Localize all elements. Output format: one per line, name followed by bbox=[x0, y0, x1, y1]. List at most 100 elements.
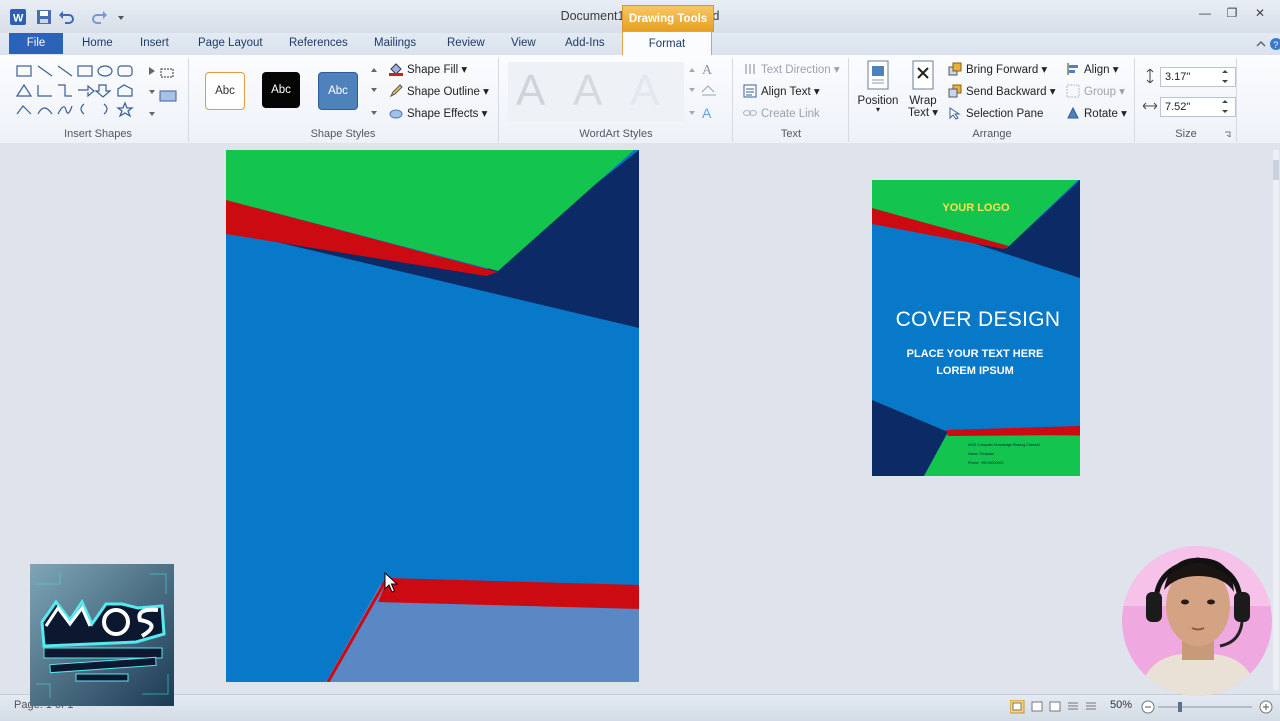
tab-insert[interactable]: Insert bbox=[140, 37, 169, 49]
text-direction-icon bbox=[745, 64, 755, 74]
thumb-cover-title: COVER DESIGN bbox=[895, 308, 1061, 331]
edit-shape-icon[interactable] bbox=[158, 63, 180, 103]
shape-height-icon bbox=[1146, 69, 1154, 83]
text-group-label: Text bbox=[780, 128, 802, 140]
shape-style-swatch-white[interactable]: Abc bbox=[205, 72, 245, 110]
wrap-text-label-1: Wrap bbox=[909, 95, 937, 107]
arrange-group-label: Arrange bbox=[972, 128, 1012, 140]
mouse-cursor-icon bbox=[384, 572, 399, 593]
shapes-gallery[interactable] bbox=[14, 62, 164, 122]
align-label: Align bbox=[1084, 64, 1110, 76]
shape-outline-button[interactable]: Shape Outline ▾ bbox=[389, 84, 489, 98]
create-link-button[interactable]: Create Link bbox=[743, 106, 820, 120]
tab-view[interactable]: View bbox=[511, 37, 536, 49]
svg-text:A: A bbox=[702, 63, 713, 78]
align-icon bbox=[1067, 63, 1078, 75]
insert-shapes-group: Insert Shapes bbox=[8, 58, 189, 142]
zoom-slider[interactable] bbox=[1140, 700, 1275, 714]
shape-width-icon bbox=[1143, 102, 1157, 110]
selection-pane-label: Selection Pane bbox=[966, 108, 1044, 120]
thumb-logo-text: YOUR LOGO bbox=[942, 202, 1010, 214]
text-fill-outline-effects-icons[interactable]: A A bbox=[700, 60, 726, 124]
tab-add-ins[interactable]: Add-Ins bbox=[565, 37, 605, 49]
size-spinners[interactable] bbox=[1220, 68, 1230, 114]
wordart-styles-label: WordArt Styles bbox=[579, 128, 653, 140]
zoom-level[interactable]: 50% bbox=[1110, 699, 1132, 711]
rotate-icon bbox=[1067, 106, 1079, 119]
group-button[interactable]: Group ▾ bbox=[1066, 84, 1125, 98]
create-link-label: Create Link bbox=[761, 108, 820, 120]
align-text-icon bbox=[743, 84, 757, 98]
thumb-green-bottom bbox=[924, 432, 1080, 476]
size-group-label: Size bbox=[1175, 128, 1197, 140]
tab-home[interactable]: Home bbox=[82, 37, 113, 49]
align-text-label: Align Text bbox=[761, 86, 811, 98]
rotate-label: Rotate bbox=[1084, 108, 1118, 120]
wordart-style-3[interactable]: A bbox=[630, 66, 659, 116]
thumb-small-text-1: MOS Computer Knowledge Sharing Channel bbox=[968, 443, 1040, 447]
rotate-button[interactable]: Rotate ▾ bbox=[1066, 106, 1127, 120]
wordart-style-2[interactable]: A bbox=[573, 66, 602, 116]
channel-logo bbox=[30, 564, 174, 706]
bring-forward-button[interactable]: Bring Forward ▾ bbox=[948, 62, 1047, 76]
tab-mailings[interactable]: Mailings bbox=[374, 37, 416, 49]
wrap-text-icon bbox=[912, 60, 934, 90]
send-backward-label: Send Backward bbox=[966, 86, 1047, 98]
wordart-style-1[interactable]: A bbox=[516, 66, 545, 116]
drawing-tools-context-label: Drawing Tools bbox=[622, 5, 714, 32]
shape-styles-scroll[interactable] bbox=[368, 62, 380, 122]
tab-file[interactable]: File bbox=[9, 33, 63, 54]
selection-pane-icon bbox=[949, 107, 961, 120]
shape-style-swatch-blue[interactable]: Abc bbox=[318, 72, 358, 110]
tab-page-layout[interactable]: Page Layout bbox=[198, 37, 263, 49]
minimize-button[interactable]: — bbox=[1193, 6, 1217, 22]
text-direction-button[interactable]: Text Direction ▾ bbox=[743, 62, 840, 76]
tab-review[interactable]: Review bbox=[447, 37, 485, 49]
send-backward-icon bbox=[948, 84, 962, 98]
thumb-subtitle-1: PLACE YOUR TEXT HERE bbox=[906, 348, 1044, 360]
align-button[interactable]: Align ▾ bbox=[1066, 62, 1119, 76]
group-icon bbox=[1066, 84, 1080, 98]
position-icon bbox=[867, 60, 889, 90]
vertical-scrollbar[interactable] bbox=[1272, 150, 1280, 690]
presenter-webcam bbox=[1122, 546, 1272, 696]
shape-outline-label: Shape Outline bbox=[407, 86, 480, 98]
restore-button[interactable]: ❐ bbox=[1220, 6, 1244, 22]
wrap-text-button[interactable]: Wrap Text ▾ bbox=[905, 60, 941, 119]
shape-fill-label: Shape Fill bbox=[407, 64, 459, 76]
shape-effects-button[interactable]: Shape Effects ▾ bbox=[389, 106, 487, 120]
thumb-small-text-2: Name: Template bbox=[968, 452, 995, 456]
selection-pane-button[interactable]: Selection Pane bbox=[948, 106, 1043, 120]
group-label: Group bbox=[1084, 86, 1116, 98]
paint-bucket-icon bbox=[389, 63, 403, 76]
pencil-icon bbox=[389, 84, 403, 98]
align-text-button[interactable]: Align Text ▾ bbox=[743, 84, 820, 98]
title-bar: W Document1 - Microsoft Word Drawing Too… bbox=[0, 0, 1280, 34]
insert-shapes-label: Insert Shapes bbox=[64, 128, 132, 140]
shape-effects-label: Shape Effects bbox=[407, 108, 479, 120]
shape-fill-button[interactable]: Shape Fill ▾ bbox=[389, 62, 467, 76]
document-area[interactable] bbox=[0, 143, 1280, 694]
cover-page[interactable] bbox=[226, 150, 639, 682]
view-buttons[interactable] bbox=[1010, 700, 1100, 714]
bring-forward-icon bbox=[948, 62, 962, 76]
tab-references[interactable]: References bbox=[289, 37, 348, 49]
position-button[interactable]: Position ▾ bbox=[856, 60, 900, 114]
send-backward-button[interactable]: Send Backward ▾ bbox=[948, 84, 1056, 98]
shape-style-swatch-black[interactable]: Abc bbox=[262, 72, 300, 108]
help-icon[interactable]: ? bbox=[1269, 37, 1280, 51]
thumb-small-text-3: Phone: +85 00000000 bbox=[968, 461, 1004, 465]
wordart-scroll[interactable] bbox=[686, 62, 698, 122]
wrap-text-label-2: Text bbox=[907, 107, 930, 119]
status-bar: Page: 1 of 1 50% bbox=[0, 694, 1280, 721]
text-direction-label: Text Direction bbox=[761, 64, 831, 76]
close-button[interactable]: ✕ bbox=[1248, 6, 1272, 22]
link-icon bbox=[743, 110, 757, 116]
minimize-ribbon-icon[interactable] bbox=[1254, 37, 1268, 51]
thumb-subtitle-2: LOREM IPSUM bbox=[936, 365, 1014, 377]
tab-format[interactable]: Format bbox=[622, 31, 712, 57]
effects-icon bbox=[389, 109, 403, 119]
svg-text:A: A bbox=[702, 105, 712, 121]
size-dialog-launcher-icon[interactable] bbox=[1224, 131, 1232, 139]
svg-text:?: ? bbox=[1273, 40, 1278, 50]
